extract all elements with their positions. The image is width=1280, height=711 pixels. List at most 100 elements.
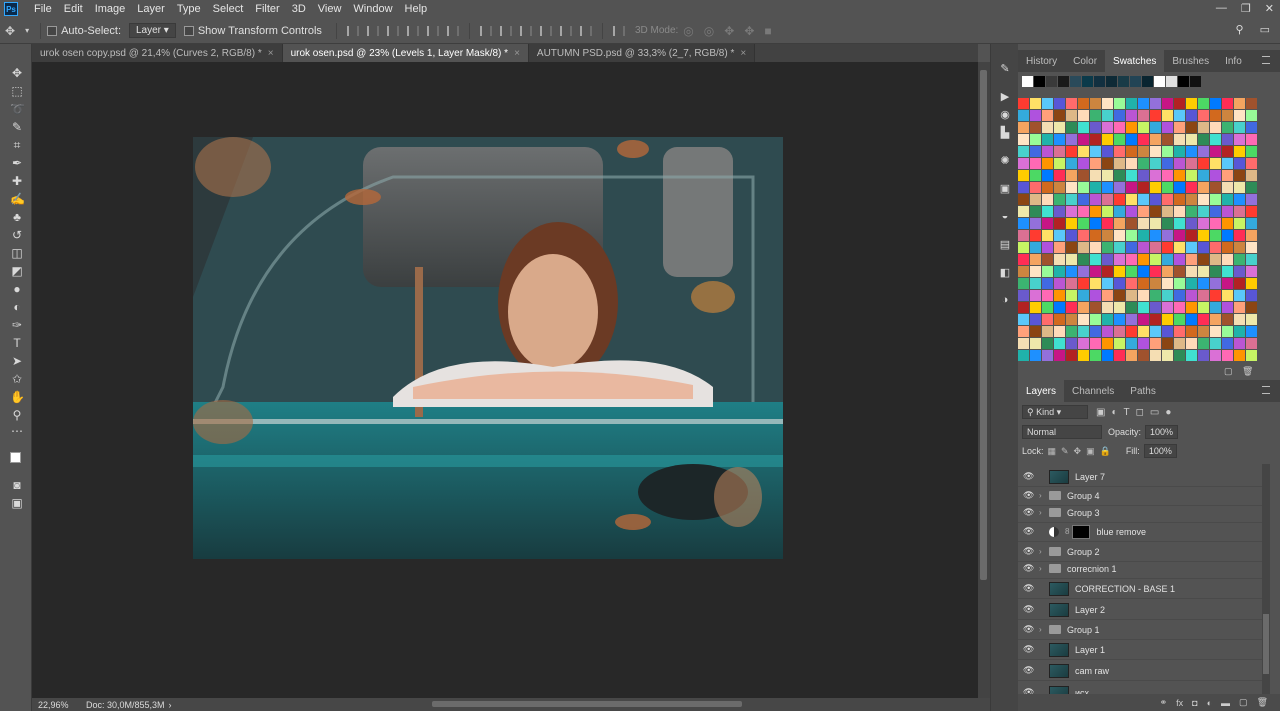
- layer-row[interactable]: 👁 CORRECTION - BASE 1: [1018, 579, 1262, 599]
- swatch[interactable]: [1030, 98, 1041, 109]
- panel-menu-icon[interactable]: [1262, 386, 1270, 394]
- swatch[interactable]: [1066, 230, 1077, 241]
- swatch[interactable]: [1018, 230, 1029, 241]
- swatch[interactable]: [1186, 338, 1197, 349]
- swatch[interactable]: [1174, 206, 1185, 217]
- swatch[interactable]: [1066, 182, 1077, 193]
- swatch[interactable]: [1078, 302, 1089, 313]
- swatch[interactable]: [1102, 146, 1113, 157]
- kind-filter-dropdown[interactable]: ⚲ Kind ▾: [1022, 405, 1088, 419]
- swatch[interactable]: [1114, 122, 1125, 133]
- swatch[interactable]: [1222, 194, 1233, 205]
- swatch[interactable]: [1174, 266, 1185, 277]
- expand-chevron-icon[interactable]: ›: [1039, 491, 1047, 500]
- swatch[interactable]: [1246, 146, 1257, 157]
- layer-row[interactable]: 👁 cam raw: [1018, 661, 1262, 681]
- expand-chevron-icon[interactable]: ›: [1039, 625, 1047, 634]
- swatch[interactable]: [1090, 266, 1101, 277]
- layer-name[interactable]: Group 3: [1067, 508, 1100, 518]
- layer-name[interactable]: Group 2: [1067, 547, 1100, 557]
- tab-layers[interactable]: Layers: [1018, 380, 1065, 402]
- swatch[interactable]: [1114, 158, 1125, 169]
- swatch[interactable]: [1078, 338, 1089, 349]
- swatch[interactable]: [1030, 206, 1041, 217]
- swatch[interactable]: [1174, 194, 1185, 205]
- swatch[interactable]: [1030, 218, 1041, 229]
- layer-name[interactable]: Group 4: [1067, 491, 1100, 501]
- pen-tool-icon[interactable]: ✑: [10, 318, 24, 332]
- swatch[interactable]: [1210, 158, 1221, 169]
- swatch[interactable]: [1246, 302, 1257, 313]
- swatch[interactable]: [1222, 146, 1233, 157]
- swatch[interactable]: [1066, 158, 1077, 169]
- swatch[interactable]: [1066, 170, 1077, 181]
- healing-brush-tool-icon[interactable]: ✚: [10, 174, 24, 188]
- swatch[interactable]: [1138, 146, 1149, 157]
- swatch[interactable]: [1030, 158, 1041, 169]
- swatch[interactable]: [1078, 170, 1089, 181]
- swatch[interactable]: [1246, 254, 1257, 265]
- menu-image[interactable]: Image: [89, 3, 132, 15]
- swatch[interactable]: [1090, 182, 1101, 193]
- menu-3d[interactable]: 3D: [286, 3, 312, 15]
- lasso-tool-icon[interactable]: ➰: [10, 102, 25, 116]
- swatch[interactable]: [1042, 110, 1053, 121]
- layer-row[interactable]: 👁 8 blue remove: [1018, 522, 1262, 542]
- swatch[interactable]: [1198, 206, 1209, 217]
- swatch[interactable]: [1246, 98, 1257, 109]
- eraser-tool-icon[interactable]: ◫: [10, 246, 24, 260]
- swatch[interactable]: [1114, 326, 1125, 337]
- menu-view[interactable]: View: [312, 3, 348, 15]
- swatch[interactable]: [1186, 350, 1197, 361]
- swatch[interactable]: [1162, 350, 1173, 361]
- swatch[interactable]: [1246, 206, 1257, 217]
- swatch[interactable]: [1150, 182, 1161, 193]
- swatch[interactable]: [1162, 326, 1173, 337]
- swatch[interactable]: [1150, 230, 1161, 241]
- swatch[interactable]: [1246, 326, 1257, 337]
- layer-thumbnail[interactable]: [1049, 581, 1069, 596]
- swatch[interactable]: [1222, 98, 1233, 109]
- tab-swatches[interactable]: Swatches: [1105, 50, 1165, 72]
- swatch[interactable]: [1070, 76, 1081, 87]
- swatch[interactable]: [1174, 110, 1185, 121]
- new-swatch-icon[interactable]: ▢: [1224, 366, 1233, 377]
- swatch[interactable]: [1090, 290, 1101, 301]
- swatch[interactable]: [1162, 134, 1173, 145]
- swatch[interactable]: [1066, 134, 1077, 145]
- canvas-vertical-scrollbar[interactable]: [978, 62, 990, 698]
- visibility-eye-icon[interactable]: 👁: [1023, 507, 1034, 518]
- new-layer-icon[interactable]: ▢: [1239, 697, 1248, 708]
- swatch[interactable]: [1198, 218, 1209, 229]
- swatch[interactable]: [1018, 134, 1029, 145]
- adjustments-icon[interactable]: ✺: [998, 154, 1012, 168]
- swatch[interactable]: [1186, 206, 1197, 217]
- swatch[interactable]: [1018, 242, 1029, 253]
- swatch[interactable]: [1054, 110, 1065, 121]
- swatch[interactable]: [1162, 182, 1173, 193]
- swatch[interactable]: [1210, 110, 1221, 121]
- tab-paths[interactable]: Paths: [1122, 380, 1164, 402]
- swatch[interactable]: [1102, 218, 1113, 229]
- swatch[interactable]: [1018, 158, 1029, 169]
- swatch[interactable]: [1054, 194, 1065, 205]
- swatch[interactable]: [1090, 110, 1101, 121]
- swatch[interactable]: [1066, 122, 1077, 133]
- swatch[interactable]: [1150, 98, 1161, 109]
- swatch[interactable]: [1186, 158, 1197, 169]
- horizontal-scrollbar-thumb[interactable]: [432, 701, 742, 707]
- swatch[interactable]: [1150, 254, 1161, 265]
- type-tool-icon[interactable]: T: [10, 336, 24, 350]
- swatch[interactable]: [1114, 170, 1125, 181]
- swatch[interactable]: [1162, 302, 1173, 313]
- zoom-tool-icon[interactable]: ⚲: [10, 408, 24, 422]
- blur-tool-icon[interactable]: ●: [10, 282, 24, 296]
- swatch[interactable]: [1138, 122, 1149, 133]
- swatch[interactable]: [1078, 326, 1089, 337]
- layers-scrollbar[interactable]: [1262, 464, 1270, 694]
- swatch[interactable]: [1198, 350, 1209, 361]
- tab-color[interactable]: Color: [1065, 50, 1105, 72]
- swatch[interactable]: [1126, 194, 1137, 205]
- menu-select[interactable]: Select: [207, 3, 250, 15]
- swatch[interactable]: [1246, 170, 1257, 181]
